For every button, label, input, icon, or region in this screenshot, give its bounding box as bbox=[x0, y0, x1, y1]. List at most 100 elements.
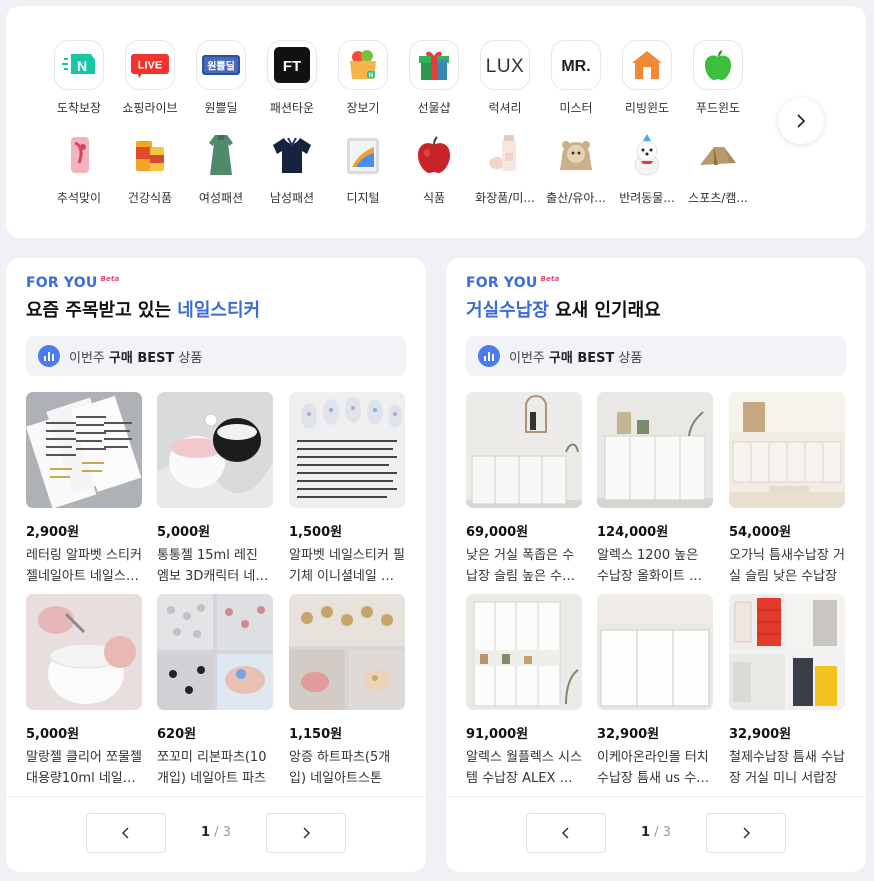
page-indicator: 1 / 3 bbox=[641, 825, 671, 840]
product-card[interactable]: 2,900원 레터링 알파벳 스티커 젤네일아트 네일스티커 bbox=[26, 392, 142, 587]
product-card[interactable]: 1,500원 알파벳 네일스티커 필기체 이니셜네일 스티커 bbox=[289, 392, 405, 587]
product-image[interactable] bbox=[26, 594, 142, 710]
product-price: 124,000원 bbox=[597, 525, 669, 540]
category-digital[interactable]: 디지털 bbox=[327, 130, 399, 206]
category-chuseok[interactable]: 추석맞이 bbox=[43, 130, 115, 206]
recommendation-title: 거실수납장 요새 인기래요 bbox=[466, 300, 661, 321]
product-price: 5,000원 bbox=[157, 525, 211, 540]
category-men-fashion[interactable]: 남성패션 bbox=[256, 130, 328, 206]
page-indicator: 1 / 3 bbox=[201, 825, 231, 840]
category-label: 푸드윈도 bbox=[695, 101, 741, 115]
chevron-right-icon bbox=[797, 114, 806, 128]
product-card[interactable]: 91,000원 알렉스 월플렉스 시스템 수납장 ALEX 세트 bbox=[466, 594, 582, 789]
category-mister[interactable]: MR. 미스터 bbox=[540, 40, 612, 116]
product-name[interactable]: 알파벳 네일스티커 필기체 이니셜네일 스티커 bbox=[289, 545, 405, 587]
product-image[interactable] bbox=[157, 392, 273, 508]
product-image[interactable] bbox=[466, 594, 582, 710]
product-name[interactable]: 낮은 거실 폭좁은 수납장 슬림 높은 수납장 bbox=[466, 545, 582, 587]
health-food-icon bbox=[125, 130, 175, 180]
product-name[interactable]: 말랑젤 클리어 쪼물젤 대용량10ml 네일아트 bbox=[26, 747, 142, 789]
category-pets[interactable]: 반려동물... bbox=[611, 130, 683, 206]
category-women-fashion[interactable]: 여성패션 bbox=[185, 130, 257, 206]
category-fashion-town[interactable]: FT 패션타운 bbox=[256, 40, 328, 116]
product-name[interactable]: 알렉스 1200 높은 수납장 올화이트 거실장 bbox=[597, 545, 713, 587]
product-name[interactable]: 이케아온라인몰 터치수납장 틈새 us 수납장 bbox=[597, 747, 713, 789]
category-label: 남성패션 bbox=[269, 191, 315, 205]
product-card[interactable]: 54,000원 오가닉 틈새수납장 거실 슬림 낮은 수납장 bbox=[729, 392, 845, 587]
product-image[interactable] bbox=[466, 392, 582, 508]
product-image[interactable] bbox=[289, 392, 405, 508]
product-name[interactable]: 쪼꼬미 리본파츠(10개입) 네일아트 파츠 bbox=[157, 747, 273, 789]
product-card[interactable]: 69,000원 낮은 거실 폭좁은 수납장 슬림 높은 수납장 bbox=[466, 392, 582, 587]
category-living-window[interactable]: 리빙윈도 bbox=[611, 40, 683, 116]
category-label: 디지털 bbox=[346, 191, 380, 205]
product-name[interactable]: 통통젤 15ml 레진 엠보 3D캐릭터 네일아트 bbox=[157, 545, 273, 587]
one-plus-deal-icon: 원쁠딜 bbox=[196, 40, 246, 90]
product-card[interactable]: 5,000원 말랑젤 클리어 쪼물젤 대용량10ml 네일아트 bbox=[26, 594, 142, 789]
category-baby[interactable]: 출산/유아... bbox=[540, 130, 612, 206]
camping-icon bbox=[693, 130, 743, 180]
prev-page-button[interactable] bbox=[526, 813, 606, 853]
product-image[interactable] bbox=[289, 594, 405, 710]
prev-page-button[interactable] bbox=[86, 813, 166, 853]
category-label: 선물샵 bbox=[417, 101, 451, 115]
product-name[interactable]: 오가닉 틈새수납장 거실 슬림 낮은 수납장 bbox=[729, 545, 845, 587]
product-card[interactable]: 124,000원 알렉스 1200 높은 수납장 올화이트 거실장 bbox=[597, 392, 713, 587]
product-image[interactable] bbox=[729, 594, 845, 710]
product-card[interactable]: 32,900원 이케아온라인몰 터치수납장 틈새 us 수납장 bbox=[597, 594, 713, 789]
grocery-bag-icon: N bbox=[338, 40, 388, 90]
category-label: 추석맞이 bbox=[56, 191, 102, 205]
category-shopping-live[interactable]: LIVE 쇼핑라이브 bbox=[114, 40, 186, 116]
product-name[interactable]: 레터링 알파벳 스티커 젤네일아트 네일스티커 bbox=[26, 545, 142, 587]
product-image[interactable] bbox=[597, 392, 713, 508]
product-image[interactable] bbox=[26, 392, 142, 508]
category-gift-shop[interactable]: 선물샵 bbox=[398, 40, 470, 116]
svg-text:원쁠딜: 원쁠딜 bbox=[207, 60, 235, 73]
chevron-right-icon bbox=[303, 827, 311, 839]
category-label: 여성패션 bbox=[198, 191, 244, 205]
category-food[interactable]: 식품 bbox=[398, 130, 470, 206]
product-price: 620원 bbox=[157, 727, 197, 742]
category-label: 화장품/미... bbox=[475, 191, 535, 205]
product-card[interactable]: 1,150원 앙증 하트파츠(5개입) 네일아트스톤 bbox=[289, 594, 405, 789]
category-label: 반려동물... bbox=[619, 191, 675, 205]
product-name[interactable]: 앙증 하트파츠(5개입) 네일아트스톤 bbox=[289, 747, 405, 789]
category-luxury[interactable]: LUX 럭셔리 bbox=[469, 40, 541, 116]
chevron-left-icon bbox=[121, 827, 129, 839]
arrival-guarantee-icon: N bbox=[54, 40, 104, 90]
category-one-plus-deal[interactable]: 원쁠딜 원쁠딜 bbox=[185, 40, 257, 116]
category-label: 장보기 bbox=[346, 101, 380, 115]
category-label: 쇼핑라이브 bbox=[122, 101, 178, 115]
product-name[interactable]: 알렉스 월플렉스 시스템 수납장 ALEX 세트 bbox=[466, 747, 582, 789]
product-card[interactable]: 620원 쪼꼬미 리본파츠(10개입) 네일아트 파츠 bbox=[157, 594, 273, 789]
chuseok-icon bbox=[54, 130, 104, 180]
svg-text:FT: FT bbox=[283, 58, 301, 75]
product-image[interactable] bbox=[597, 594, 713, 710]
category-health-food[interactable]: 건강식품 bbox=[114, 130, 186, 206]
luxury-icon: LUX bbox=[480, 40, 530, 90]
category-label: 스포츠/캠... bbox=[688, 191, 748, 205]
category-food-window[interactable]: 푸드윈도 bbox=[682, 40, 754, 116]
category-arrival-guarantee[interactable]: N 도착보장 bbox=[43, 40, 115, 116]
next-page-button[interactable] bbox=[706, 813, 786, 853]
men-shirt-icon bbox=[267, 130, 317, 180]
category-shortcuts-panel: N 도착보장 LIVE 쇼핑라이브 원쁠딜 원쁠딜 FT 패션타운 N 장보기 … bbox=[6, 6, 866, 238]
product-card[interactable]: 5,000원 통통젤 15ml 레진 엠보 3D캐릭터 네일아트 bbox=[157, 392, 273, 587]
for-you-label: FOR YOU Beta bbox=[466, 275, 560, 291]
category-cosmetics[interactable]: 화장품/미... bbox=[469, 130, 541, 206]
product-image[interactable] bbox=[157, 594, 273, 710]
beta-badge: Beta bbox=[540, 275, 560, 283]
category-grocery[interactable]: N 장보기 bbox=[327, 40, 399, 116]
next-page-button[interactable] bbox=[266, 813, 346, 853]
product-image[interactable] bbox=[729, 392, 845, 508]
category-label: 출산/유아... bbox=[546, 191, 606, 205]
product-card[interactable]: 32,900원 철제수납장 틈새 수납장 거실 미니 서랍장 bbox=[729, 594, 845, 789]
chevron-right-icon bbox=[743, 827, 751, 839]
category-label: 도착보장 bbox=[56, 101, 102, 115]
chevron-left-icon bbox=[561, 827, 569, 839]
product-name[interactable]: 철제수납장 틈새 수납장 거실 미니 서랍장 bbox=[729, 747, 845, 789]
best-purchase-bar: 이번주 구매 BEST 상품 bbox=[26, 336, 406, 376]
category-next-button[interactable] bbox=[778, 98, 824, 144]
bar-chart-icon bbox=[478, 345, 500, 367]
category-sports-camping[interactable]: 스포츠/캠... bbox=[682, 130, 754, 206]
